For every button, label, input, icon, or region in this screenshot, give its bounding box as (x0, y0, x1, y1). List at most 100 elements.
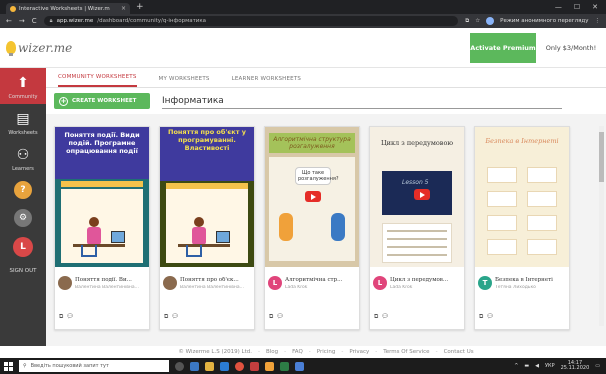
comment-icon[interactable]: 💬︎ (276, 313, 284, 321)
comment-icon[interactable]: 💬︎ (381, 313, 389, 321)
minimize-icon[interactable]: — (555, 3, 562, 11)
browser-tab[interactable]: Interactive Worksheets | Wizer.m × (6, 3, 130, 14)
worksheet-thumbnail[interactable]: Поняття про об'єкт у програмуванні. Влас… (160, 127, 254, 267)
app-icon[interactable] (280, 361, 289, 371)
author-avatar[interactable]: T (478, 276, 492, 290)
firefox-icon[interactable] (265, 361, 274, 371)
search-input[interactable]: Інформатика (162, 93, 562, 109)
volume-icon[interactable]: ◀︎ (535, 363, 539, 369)
profile-avatar-icon[interactable] (486, 17, 495, 25)
back-arrow-icon[interactable]: ← (6, 17, 12, 25)
scrollbar[interactable] (599, 126, 604, 326)
clock[interactable]: 14:17 25.11.2020 (561, 360, 590, 372)
author-avatar[interactable]: L (373, 276, 387, 290)
toolbar: + CREATE WORKSHEET Інформатика (46, 88, 606, 114)
sidebar-item-community[interactable]: ⬆ Community (0, 68, 46, 104)
copy-icon[interactable]: ⧉ (374, 313, 378, 321)
youtube-play-icon[interactable] (305, 191, 321, 202)
worksheet-thumbnail[interactable]: Поняття події. Види подій. Програмне опр… (55, 127, 149, 267)
activate-premium-button[interactable]: Activate Premium (470, 32, 536, 63)
chevron-up-icon[interactable]: ^ (514, 363, 518, 369)
tab-community-worksheets[interactable]: COMMUNITY WORKSHEETS (58, 74, 137, 87)
opera-icon[interactable] (250, 361, 259, 371)
mail-icon[interactable] (295, 361, 304, 371)
comment-icon[interactable]: 💬︎ (171, 313, 179, 321)
windows-start-icon[interactable] (4, 361, 13, 371)
settings-gear-icon[interactable]: ⚙ (14, 209, 32, 227)
wizer-logo[interactable]: wizer.me (6, 41, 72, 56)
sidebar-item-learners[interactable]: ⚇ Learners (0, 140, 46, 176)
sign-out-link[interactable]: SIGN OUT (10, 268, 37, 274)
girl-illustration (87, 227, 101, 245)
edge-browser-icon[interactable] (190, 361, 199, 371)
url-path: /dashboard/community/q-інформатика (97, 18, 207, 24)
close-tab-icon[interactable]: × (121, 5, 126, 12)
taskbar-search-input[interactable]: ⚲ Введіть пошуковий запит тут (19, 360, 169, 372)
card-title[interactable]: Цикл з передумов... (390, 277, 448, 283)
author-avatar[interactable]: L (268, 276, 282, 290)
store-icon[interactable] (220, 361, 229, 371)
card-title[interactable]: Поняття події. Ви... (75, 277, 139, 283)
footer-link-contact[interactable]: Contact Us (444, 349, 474, 355)
scrollbar-thumb[interactable] (599, 132, 604, 182)
file-explorer-icon[interactable] (205, 361, 214, 371)
worksheet-thumbnail[interactable]: Алгоритмічна структура розгалуження Що т… (265, 127, 359, 267)
card-actions: ⧉ 💬︎ (374, 313, 389, 321)
footer-link-terms[interactable]: Terms Of Service (383, 349, 429, 355)
close-window-icon[interactable]: ✕ (592, 3, 598, 11)
worksheet-card[interactable]: Цикл з передумовою Lesson 5 L Цикл з пер… (369, 126, 465, 330)
reload-icon[interactable]: C (32, 17, 37, 25)
tab-my-worksheets[interactable]: MY WORKSHEETS (159, 76, 210, 87)
footer-link-pricing[interactable]: Pricing (317, 349, 336, 355)
worksheet-icon: ▤ (16, 111, 30, 127)
help-icon[interactable]: ? (14, 181, 32, 199)
comment-icon[interactable]: 💬︎ (66, 313, 74, 321)
network-icon[interactable]: ▬ (524, 363, 529, 369)
new-tab-button[interactable]: + (136, 2, 144, 12)
thumbnail-title: Безпека в Інтернеті (485, 137, 559, 145)
card-title[interactable]: Поняття про об'єк... (180, 277, 244, 283)
copy-icon[interactable]: ⧉ (59, 313, 63, 321)
star-icon[interactable]: ☆ (475, 18, 480, 24)
menu-kebab-icon[interactable]: ⋮ (595, 18, 601, 24)
maximize-icon[interactable]: ☐ (574, 3, 580, 11)
copy-icon[interactable]: ⧉ (479, 313, 483, 321)
language-indicator[interactable]: УКР (545, 363, 555, 369)
card-author: Lada Krok (285, 284, 308, 290)
task-view-icon[interactable] (175, 361, 184, 371)
thumbnail-box (487, 191, 517, 207)
worksheet-thumbnail[interactable]: Безпека в Інтернеті (475, 127, 569, 267)
footer-link-privacy[interactable]: Privacy (349, 349, 369, 355)
comment-icon[interactable]: 💬︎ (486, 313, 494, 321)
youtube-play-icon[interactable] (414, 189, 430, 200)
create-worksheet-button[interactable]: + CREATE WORKSHEET (54, 93, 150, 109)
footer-link-faq[interactable]: FAQ (292, 349, 303, 355)
worksheet-card[interactable]: Безпека в Інтернеті T Безпека в Інтернет… (474, 126, 570, 330)
forward-arrow-icon[interactable]: → (19, 17, 25, 25)
author-avatar[interactable] (163, 276, 177, 290)
sidebar-item-worksheets[interactable]: ▤ Worksheets (0, 104, 46, 140)
thumbnail-title: Алгоритмічна структура розгалуження (269, 133, 355, 153)
worksheet-thumbnail[interactable]: Цикл з передумовою Lesson 5 (370, 127, 464, 267)
worksheet-card[interactable]: Алгоритмічна структура розгалуження Що т… (264, 126, 360, 330)
card-title[interactable]: Безпека в Інтернеті (495, 277, 553, 283)
app-header: wizer.me Activate Premium Only $3/Month! (0, 28, 606, 68)
copyright-text: © Wizerme L.S (2019) Ltd. (178, 349, 252, 355)
thumbnail-box (487, 215, 517, 231)
chrome-icon[interactable] (235, 361, 244, 371)
girl-illustration (89, 217, 99, 227)
worksheet-card[interactable]: Поняття події. Види подій. Програмне опр… (54, 126, 150, 330)
user-avatar[interactable]: L (13, 237, 33, 257)
price-text: Only $3/Month! (545, 43, 597, 52)
copy-icon[interactable]: ⧉ (164, 313, 168, 321)
url-field[interactable]: 🔒︎ app.wizer.me /dashboard/community/q-і… (43, 16, 459, 26)
translate-icon[interactable]: ⧉ (465, 18, 469, 25)
card-title[interactable]: Алгоритмічна стр... (285, 277, 342, 283)
video-embed[interactable]: Lesson 5 (382, 171, 452, 215)
footer-link-blog[interactable]: Blog (266, 349, 278, 355)
notifications-icon[interactable]: ▭ (595, 363, 600, 369)
tab-learner-worksheets[interactable]: LEARNER WORKSHEETS (232, 76, 302, 87)
author-avatar[interactable] (58, 276, 72, 290)
copy-icon[interactable]: ⧉ (269, 313, 273, 321)
worksheet-card[interactable]: Поняття про об'єкт у програмуванні. Влас… (159, 126, 255, 330)
